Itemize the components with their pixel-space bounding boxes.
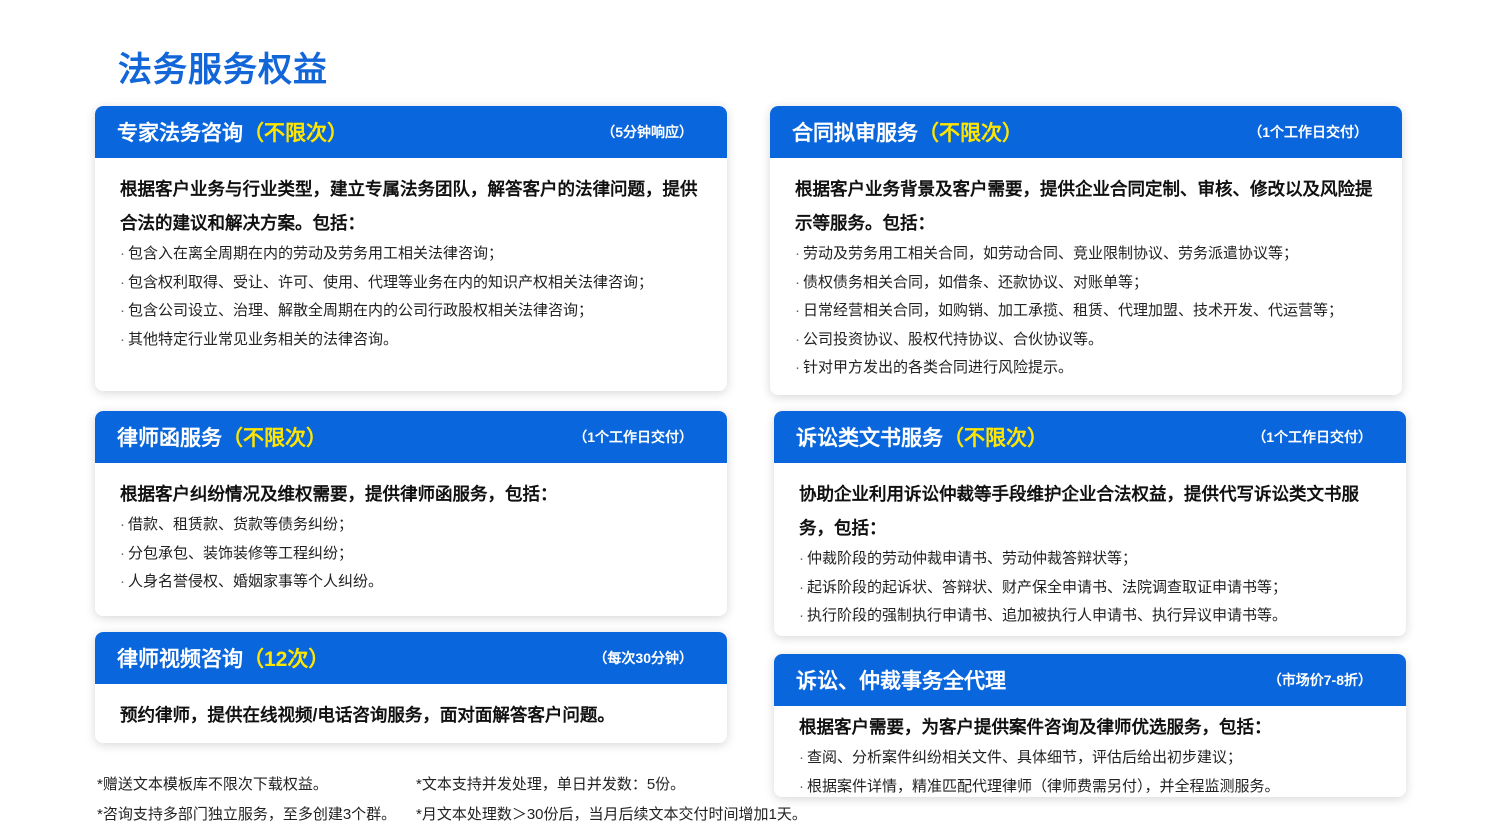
card-title: 律师视频咨询 [117, 648, 243, 671]
card-title: 诉讼、仲裁事务全代理 [796, 670, 1006, 693]
list-item: · 其他特定行业常见业务相关的法律咨询。 [120, 330, 399, 348]
footnote: *赠送文本模板库不限次下载权益。 [97, 776, 328, 793]
list-item: · 日常经营相关合同，如购销、加工承揽、租赁、代理加盟、技术开发、代运营等； [795, 302, 1344, 319]
list-item: · 分包承包、装饰装修等工程纠纷； [120, 544, 354, 562]
list-item: · 包含权利取得、受让、许可、使用、代理等业务在内的知识产权相关法律咨询； [120, 273, 654, 291]
list-item: · 仲裁阶段的劳动仲裁申请书、劳动仲裁答辩状等； [799, 550, 1138, 567]
service-card-lawyer-letter: 律师函服务（不限次） （1个工作日交付） 根据客户纠纷情况及维权需要，提供律师函… [95, 411, 727, 616]
card-header: 专家法务咨询（不限次） （5分钟响应） [95, 106, 727, 158]
card-title: 合同拟审服务 [792, 122, 918, 145]
list-item: · 债权债务相关合同，如借条、还款协议、对账单等； [795, 273, 1149, 291]
card-intro: 根据客户纠纷情况及维权需要，提供律师函服务，包括： [120, 484, 558, 504]
card-header: 诉讼、仲裁事务全代理 （市场价7-8折） [774, 654, 1406, 706]
service-card-video-consult: 律师视频咨询（12次） （每次30分钟） 预约律师，提供在线视频/电话咨询服务，… [95, 632, 727, 743]
card-tag: （1个工作日交付） [573, 429, 693, 445]
footnote: *文本支持并发处理，单日并发数：5份。 [416, 776, 686, 793]
card-intro: 协助企业利用诉讼仲裁等手段维护企业合法权益，提供代写诉讼类文书服务，包括： [799, 484, 1359, 538]
list-item: · 人身名誉侵权、婚姻家事等个人纠纷。 [120, 573, 384, 590]
page-title: 法务服务权益 [118, 51, 328, 89]
list-item: · 根据案件详情，精准匹配代理律师（律师费需另付），并全程监测服务。 [799, 777, 1280, 795]
card-intro: 根据客户需要，为客户提供案件咨询及律师优选服务，包括： [799, 717, 1272, 737]
card-tag: （每次30分钟） [593, 650, 693, 666]
list-item: · 起诉阶段的起诉状、答辩状、财产保全申请书、法院调查取证申请书等； [799, 578, 1288, 596]
service-card-contract-review: 合同拟审服务（不限次） （1个工作日交付） 根据客户业务背景及客户需要，提供企业… [770, 106, 1402, 395]
card-tag: （5分钟响应） [601, 124, 693, 140]
list-item: · 公司投资协议、股权代持协议、合伙协议等。 [795, 330, 1104, 348]
card-title: 诉讼类文书服务 [796, 427, 943, 450]
card-header: 合同拟审服务（不限次） （1个工作日交付） [770, 106, 1402, 158]
card-intro: 根据客户业务与行业类型，建立专属法务团队，解答客户的法律问题，提供合法的建议和解… [120, 179, 698, 233]
footnote: *月文本处理数＞30份后，当月后续文本交付时间增加1天。 [416, 806, 807, 823]
card-quota: （不限次） [243, 122, 348, 145]
list-item: · 借款、租赁款、货款等债务纠纷； [120, 516, 354, 533]
card-title: 律师函服务 [117, 427, 222, 450]
card-tag: （1个工作日交付） [1248, 124, 1368, 140]
list-item: · 劳动及劳务用工相关合同，如劳动合同、竞业限制协议、劳务派遣协议等； [795, 245, 1299, 262]
card-header: 诉讼类文书服务（不限次） （1个工作日交付） [774, 411, 1406, 463]
card-title: 专家法务咨询 [117, 122, 243, 145]
card-intro: 预约律师，提供在线视频/电话咨询服务，面对面解答客户问题。 [120, 705, 615, 725]
card-quota: （12次） [243, 648, 330, 671]
list-item: · 包含入在离全周期在内的劳动及劳务用工相关法律咨询； [120, 245, 504, 262]
card-header: 律师视频咨询（12次） （每次30分钟） [95, 632, 727, 684]
card-header: 律师函服务（不限次） （1个工作日交付） [95, 411, 727, 463]
list-item: · 针对甲方发出的各类合同进行风险提示。 [795, 359, 1074, 376]
card-quota: （不限次） [943, 427, 1048, 450]
card-quota: （不限次） [918, 122, 1023, 145]
card-quota: （不限次） [222, 427, 327, 450]
footnote: *咨询支持多部门独立服务，至多创建3个群。 [97, 806, 397, 823]
card-tag: （市场价7-8折） [1267, 672, 1372, 688]
service-card-litigation-docs: 诉讼类文书服务（不限次） （1个工作日交付） 协助企业利用诉讼仲裁等手段维护企业… [774, 411, 1406, 636]
list-item: · 执行阶段的强制执行申请书、追加被执行人申请书、执行异议申请书等。 [799, 607, 1288, 624]
service-card-expert-consult: 专家法务咨询（不限次） （5分钟响应） 根据客户业务与行业类型，建立专属法务团队… [95, 106, 727, 391]
list-item: · 查阅、分析案件纠纷相关文件、具体细节，评估后给出初步建议； [799, 749, 1243, 766]
service-card-full-agency: 诉讼、仲裁事务全代理 （市场价7-8折） 根据客户需要，为客户提供案件咨询及律师… [774, 654, 1406, 797]
card-intro: 根据客户业务背景及客户需要，提供企业合同定制、审核、修改以及风险提示等服务。包括… [795, 179, 1373, 233]
card-tag: （1个工作日交付） [1252, 429, 1372, 445]
list-item: · 包含公司设立、治理、解散全周期在内的公司行政股权相关法律咨询； [120, 302, 594, 319]
